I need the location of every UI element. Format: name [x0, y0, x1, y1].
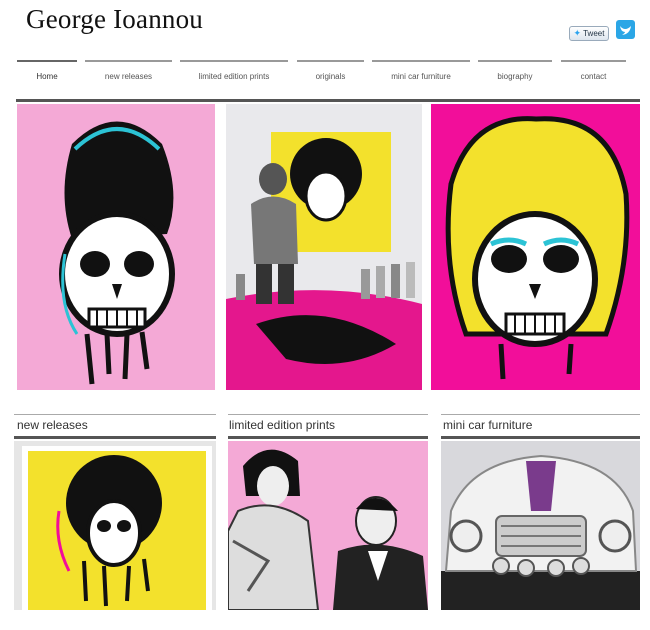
twitter-icon[interactable]: [616, 20, 635, 39]
twitter-bird-icon: ✦: [573, 28, 582, 38]
nav-limited-edition-prints[interactable]: limited edition prints: [180, 60, 288, 92]
hero-image-pink-skull[interactable]: [17, 104, 215, 390]
section-underline: [14, 436, 216, 439]
nav-divider: [16, 99, 640, 102]
section-divider: [228, 414, 428, 415]
tweet-label: Tweet: [583, 29, 605, 38]
main-nav: Home new releases limited edition prints…: [0, 60, 650, 100]
hero-image-artist-studio[interactable]: [226, 104, 422, 390]
section-underline: [228, 436, 428, 439]
nav-biography[interactable]: biography: [478, 60, 552, 92]
section-title-limited-edition-prints[interactable]: limited edition prints: [229, 418, 335, 432]
tweet-button[interactable]: ✦ Tweet: [569, 26, 609, 41]
nav-mini-car-furniture[interactable]: mini car furniture: [372, 60, 470, 92]
section-divider: [441, 414, 640, 415]
thumb-limited-edition-prints[interactable]: [228, 441, 428, 610]
section-title-new-releases[interactable]: new releases: [17, 418, 88, 432]
section-underline: [441, 436, 640, 439]
hero-image-yellow-skull[interactable]: [431, 104, 640, 390]
nav-contact[interactable]: contact: [561, 60, 626, 92]
section-title-mini-car-furniture[interactable]: mini car furniture: [443, 418, 532, 432]
section-divider: [14, 414, 216, 415]
thumb-mini-car-furniture[interactable]: [441, 441, 640, 610]
site-title[interactable]: George Ioannou: [26, 4, 203, 35]
thumb-new-releases[interactable]: [14, 441, 216, 610]
nav-originals[interactable]: originals: [297, 60, 364, 92]
nav-new-releases[interactable]: new releases: [85, 60, 172, 92]
nav-home[interactable]: Home: [17, 60, 77, 92]
